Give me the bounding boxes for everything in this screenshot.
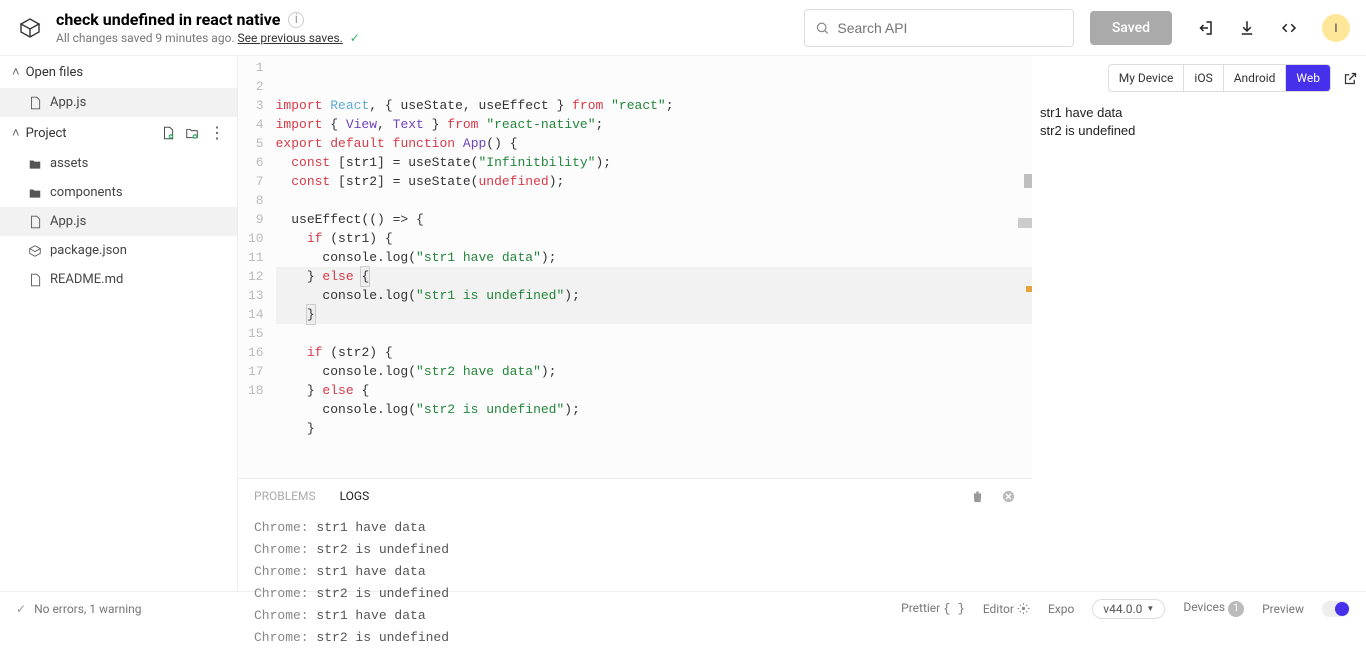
preview-device-tabs: My DeviceiOSAndroidWeb	[1108, 64, 1331, 92]
see-previous-saves-link[interactable]: See previous saves.	[238, 31, 343, 45]
preview-line: str2 is undefined	[1040, 122, 1358, 140]
code-line: console.log("str1 is undefined");	[276, 286, 1032, 305]
check-icon: ✓	[350, 31, 360, 45]
preview-toggle-label: Preview	[1262, 602, 1304, 616]
prettier-button[interactable]: Prettier { }	[901, 601, 965, 616]
code-line: export default function App() {	[276, 134, 1032, 153]
project-title: check undefined in react native	[56, 10, 280, 29]
preview-toggle[interactable]	[1322, 601, 1350, 617]
status-check-icon: ✓	[16, 602, 26, 616]
info-icon[interactable]: i	[288, 12, 304, 28]
code-line: useEffect(() => {	[276, 210, 1032, 229]
project-file-item[interactable]: App.js	[0, 207, 237, 236]
editor-settings-button[interactable]: Editor	[983, 602, 1030, 616]
preview-tab-ios[interactable]: iOS	[1184, 65, 1223, 91]
log-line: Chrome: str2 is undefined	[254, 627, 1016, 649]
code-line: import React, { useState, useEffect } fr…	[276, 96, 1032, 115]
preview-output: str1 have datastr2 is undefined	[1032, 100, 1366, 144]
pkg-icon	[28, 244, 42, 258]
code-line	[276, 324, 1032, 343]
preview-tab-my-device[interactable]: My Device	[1109, 65, 1185, 91]
chevron-down-icon: ˄	[12, 125, 20, 141]
download-icon[interactable]	[1238, 19, 1256, 37]
project-file-item[interactable]: package.json	[0, 236, 237, 265]
code-line: if (str1) {	[276, 229, 1032, 248]
editor-area: 123456789101112131415161718 import React…	[238, 56, 1032, 478]
bottom-panel: PROBLEMS LOGS Chrome: str1 have dataChro…	[238, 478, 1032, 653]
folder-icon	[28, 186, 42, 200]
avatar[interactable]: I	[1322, 14, 1350, 42]
preview-tab-web[interactable]: Web	[1286, 65, 1330, 91]
save-status-text: All changes saved 9 minutes ago.	[56, 31, 238, 45]
code-line	[276, 191, 1032, 210]
project-header[interactable]: ˄ Project ⋮	[0, 117, 237, 149]
expo-version-selector[interactable]: v44.0.0 ▼	[1092, 599, 1165, 619]
code-line: const [str2] = useState(undefined);	[276, 172, 1032, 191]
saved-button[interactable]: Saved	[1090, 11, 1172, 45]
file-name: README.md	[50, 272, 123, 287]
open-files-header[interactable]: ˄ Open files	[0, 56, 237, 88]
code-line: console.log("str1 have data");	[276, 248, 1032, 267]
log-line: Chrome: str1 have data	[254, 517, 1016, 539]
project-label: Project	[26, 126, 67, 141]
search-box[interactable]	[804, 9, 1074, 47]
open-file-item[interactable]: App.js	[0, 88, 237, 117]
new-file-icon[interactable]	[161, 126, 175, 140]
project-file-item[interactable]: components	[0, 178, 237, 207]
code-line: const [str1] = useState("Infinitbility")…	[276, 153, 1032, 172]
title-block: check undefined in react native i All ch…	[56, 10, 360, 45]
open-external-icon[interactable]	[1343, 71, 1358, 86]
file-name: components	[50, 185, 123, 200]
tab-logs[interactable]: LOGS	[340, 489, 370, 503]
project-file-item[interactable]: README.md	[0, 265, 237, 294]
log-line: Chrome: str1 have data	[254, 561, 1016, 583]
search-input[interactable]	[837, 20, 1062, 36]
exit-icon[interactable]	[1196, 19, 1214, 37]
code-line: console.log("str2 is undefined");	[276, 400, 1032, 419]
minimap-scroll[interactable]	[1022, 56, 1032, 478]
devices-button[interactable]: Devices 1	[1183, 600, 1244, 617]
folder-icon	[28, 157, 42, 171]
top-bar: check undefined in react native i All ch…	[0, 0, 1366, 56]
log-line: Chrome: str2 is undefined	[254, 539, 1016, 561]
expo-label: Expo	[1048, 602, 1074, 616]
code-line: }	[276, 305, 1032, 324]
js-file-icon	[28, 96, 42, 110]
project-file-item[interactable]: assets	[0, 149, 237, 178]
tab-problems[interactable]: PROBLEMS	[254, 489, 316, 503]
open-files-label: Open files	[26, 65, 84, 80]
preview-tab-android[interactable]: Android	[1224, 65, 1287, 91]
more-icon[interactable]: ⋮	[209, 126, 225, 140]
code-line: }	[276, 419, 1032, 438]
sidebar: ˄ Open files App.js ˄ Project ⋮ assets co…	[0, 56, 238, 591]
trash-icon[interactable]	[970, 489, 985, 504]
expo-logo	[16, 14, 44, 42]
code-view[interactable]: import React, { useState, useEffect } fr…	[276, 56, 1032, 478]
logs-body: Chrome: str1 have dataChrome: str2 is un…	[238, 513, 1032, 653]
code-line: } else {	[276, 267, 1032, 286]
new-folder-icon[interactable]	[185, 126, 199, 140]
code-line: import { View, Text } from "react-native…	[276, 115, 1032, 134]
close-panel-icon[interactable]	[1001, 489, 1016, 504]
md-icon	[28, 273, 42, 287]
js-icon	[28, 215, 42, 229]
preview-pane: My DeviceiOSAndroidWeb str1 have datastr…	[1032, 56, 1366, 591]
chevron-down-icon: ˄	[12, 64, 20, 80]
code-line: if (str2) {	[276, 343, 1032, 362]
file-name: App.js	[50, 214, 86, 229]
file-name: assets	[50, 156, 88, 171]
line-gutter: 123456789101112131415161718	[238, 56, 276, 478]
embed-icon[interactable]	[1280, 19, 1298, 37]
code-line: } else {	[276, 381, 1032, 400]
preview-line: str1 have data	[1040, 104, 1358, 122]
file-name: App.js	[50, 95, 86, 110]
code-line: console.log("str2 have data");	[276, 362, 1032, 381]
status-text: No errors, 1 warning	[34, 602, 141, 616]
file-name: package.json	[50, 243, 127, 258]
